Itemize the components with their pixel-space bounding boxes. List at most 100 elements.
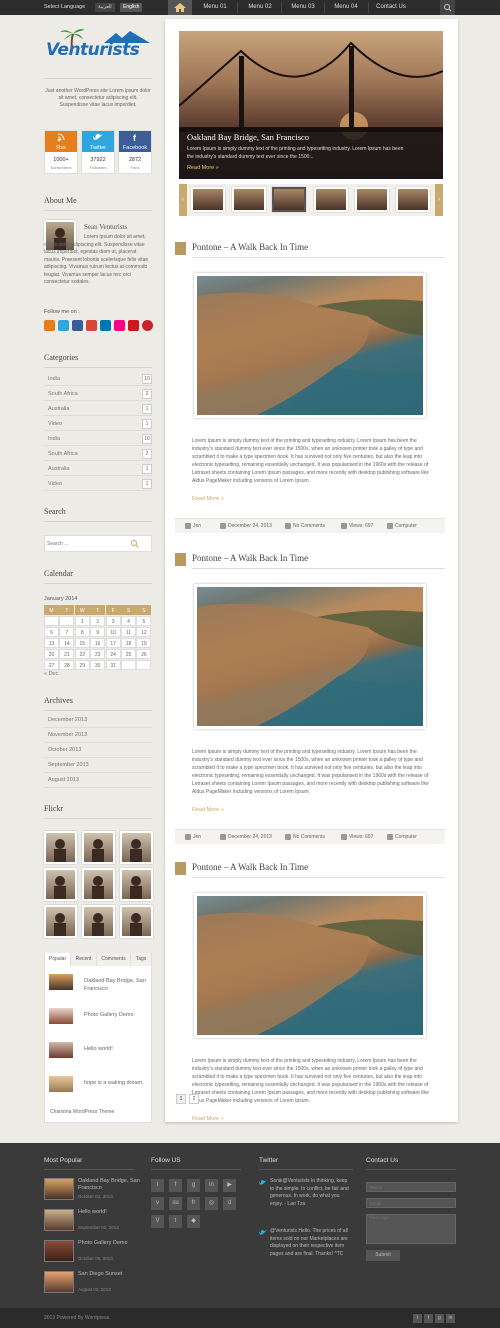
vine-icon[interactable]: V (151, 1215, 164, 1228)
tab-popular[interactable]: Popular (45, 953, 71, 966)
youtube-follow-icon[interactable] (128, 320, 139, 331)
twitter-icon[interactable]: t (413, 1314, 422, 1323)
archive-item[interactable]: December 2013 (44, 713, 152, 728)
footer-popular-title[interactable]: San Diego Sunset (78, 1271, 140, 1278)
post-image[interactable] (194, 273, 426, 418)
footer-popular-title[interactable]: Hello world! (78, 1209, 140, 1216)
slider-thumb-6[interactable] (396, 187, 430, 212)
post-category[interactable]: Computer (395, 834, 417, 840)
menu-contact-us[interactable]: Contact Us (370, 0, 412, 15)
flickr-photo[interactable] (82, 868, 115, 901)
read-more-link[interactable]: Read More » (192, 496, 224, 502)
facebook-counter[interactable]: f Facebook 2872 Fans (118, 130, 152, 174)
contact-name-input[interactable] (366, 1182, 456, 1192)
menu-01[interactable]: Menu 01 (195, 0, 235, 15)
linkedin-icon[interactable]: in (446, 1314, 455, 1323)
slider-thumb-1[interactable] (191, 187, 225, 212)
flickr-follow-icon[interactable] (114, 320, 125, 331)
slider-read-more[interactable]: Read More » (187, 165, 219, 171)
category-item[interactable]: South Africa 2 (44, 388, 152, 401)
post-category[interactable]: Computer (395, 523, 417, 529)
menu-04[interactable]: Menu 04 (326, 0, 366, 15)
footer-popular-title[interactable]: Photo Gallery Demo (78, 1240, 140, 1247)
category-item[interactable]: Australia 1 (44, 463, 152, 476)
flickr-photo[interactable] (82, 905, 115, 938)
stumbleupon-icon[interactable]: su (169, 1197, 182, 1210)
rss-follow-icon[interactable] (44, 320, 55, 331)
facebook-icon[interactable]: f (424, 1314, 433, 1323)
home-button[interactable] (168, 0, 192, 15)
slider-thumb-4[interactable] (314, 187, 348, 212)
top-search-button[interactable] (440, 0, 455, 15)
pagination-2[interactable]: 2 (189, 1094, 199, 1104)
read-more-link[interactable]: Read More » (192, 1116, 224, 1122)
footer-popular-thumb[interactable] (44, 1240, 74, 1262)
category-item[interactable]: Australia 1 (44, 403, 152, 416)
facebook-icon[interactable]: f (169, 1179, 182, 1192)
dribbble-icon[interactable]: ◎ (205, 1197, 218, 1210)
deviantart-icon[interactable]: d (223, 1197, 236, 1210)
category-item[interactable]: Video 1 (44, 418, 152, 431)
twitter-icon[interactable]: t (151, 1179, 164, 1192)
language-arabic[interactable]: العربية (95, 3, 115, 12)
twitter-counter[interactable]: Twitter 37922 Followers (81, 130, 115, 174)
googleplus-icon[interactable]: g (187, 1179, 200, 1192)
slider-thumb-2[interactable] (232, 187, 266, 212)
tab-popular-item[interactable]: Hello world! (44, 1037, 152, 1070)
flickr-photo[interactable] (120, 905, 153, 938)
post-image[interactable] (194, 893, 426, 1038)
footer-popular-title[interactable]: Oakland Bay Bridge, San Francisco (78, 1178, 140, 1192)
tab-popular-item[interactable]: Oakland Bay Bridge, San Francisco (44, 969, 152, 1002)
facebook-follow-icon[interactable] (72, 320, 83, 331)
tab-popular-item[interactable]: hope is a waking dream. (44, 1071, 152, 1104)
post-comments[interactable]: No Comments (293, 523, 325, 529)
post-title[interactable]: Pontone – A Walk Back In Time (192, 862, 308, 872)
footer-popular-thumb[interactable] (44, 1178, 74, 1200)
googleplus-follow-icon[interactable] (86, 320, 97, 331)
youtube-icon[interactable]: ▶ (223, 1179, 236, 1192)
flickr-photo[interactable] (44, 868, 77, 901)
contact-submit-button[interactable]: Submit (366, 1250, 400, 1261)
rss-counter[interactable]: Rss 1000+ Subscribers (44, 130, 78, 174)
footer-popular-thumb[interactable] (44, 1271, 74, 1293)
logo[interactable]: Venturists (44, 26, 154, 66)
archive-item[interactable]: October 2013 (44, 743, 152, 758)
category-item[interactable]: Video 1 (44, 478, 152, 491)
contact-email-input[interactable] (366, 1198, 456, 1208)
category-item[interactable]: India 10 (44, 433, 152, 446)
tab-tags[interactable]: Tags (131, 953, 151, 966)
flickr-photo[interactable] (44, 831, 77, 864)
tab-comments[interactable]: Comments (97, 953, 131, 966)
search-input[interactable] (47, 538, 117, 549)
menu-02[interactable]: Menu 02 (240, 0, 280, 15)
menu-03[interactable]: Menu 03 (283, 0, 323, 15)
post-title[interactable]: Pontone – A Walk Back In Time (192, 553, 308, 563)
archive-item[interactable]: August 2013 (44, 773, 152, 788)
slider-title[interactable]: Oakland Bay Bridge, San Francisco (187, 132, 309, 142)
vimeo-icon[interactable]: v (151, 1197, 164, 1210)
read-more-link[interactable]: Read More » (192, 807, 224, 813)
delicious-icon[interactable]: ◆ (187, 1215, 200, 1228)
twitter-follow-icon[interactable] (58, 320, 69, 331)
footer-popular-thumb[interactable] (44, 1209, 74, 1231)
category-item[interactable]: South Africa 2 (44, 448, 152, 461)
post-image[interactable] (194, 584, 426, 729)
linkedin-follow-icon[interactable] (100, 320, 111, 331)
category-item[interactable]: India 10 (44, 373, 152, 386)
flickr-photo[interactable] (120, 868, 153, 901)
pagination-1[interactable]: 1 (176, 1094, 186, 1104)
flickr-photo[interactable] (44, 905, 77, 938)
search-icon[interactable] (130, 539, 140, 549)
post-author[interactable]: Jen (193, 523, 201, 529)
post-author[interactable]: Jen (193, 834, 201, 840)
post-date[interactable]: December 24, 2013 (228, 834, 272, 840)
post-date[interactable]: December 24, 2013 (228, 523, 272, 529)
flickr-photo[interactable] (120, 831, 153, 864)
archive-item[interactable]: September 2013 (44, 758, 152, 773)
slider-prev-button[interactable]: ‹ (179, 184, 187, 216)
tab-recent[interactable]: Recent (71, 953, 97, 966)
calendar-prev-link[interactable]: « Dec (44, 671, 58, 677)
slider-next-button[interactable]: › (435, 184, 443, 216)
language-english[interactable]: English (120, 3, 143, 12)
pinterest-follow-icon[interactable] (142, 320, 153, 331)
